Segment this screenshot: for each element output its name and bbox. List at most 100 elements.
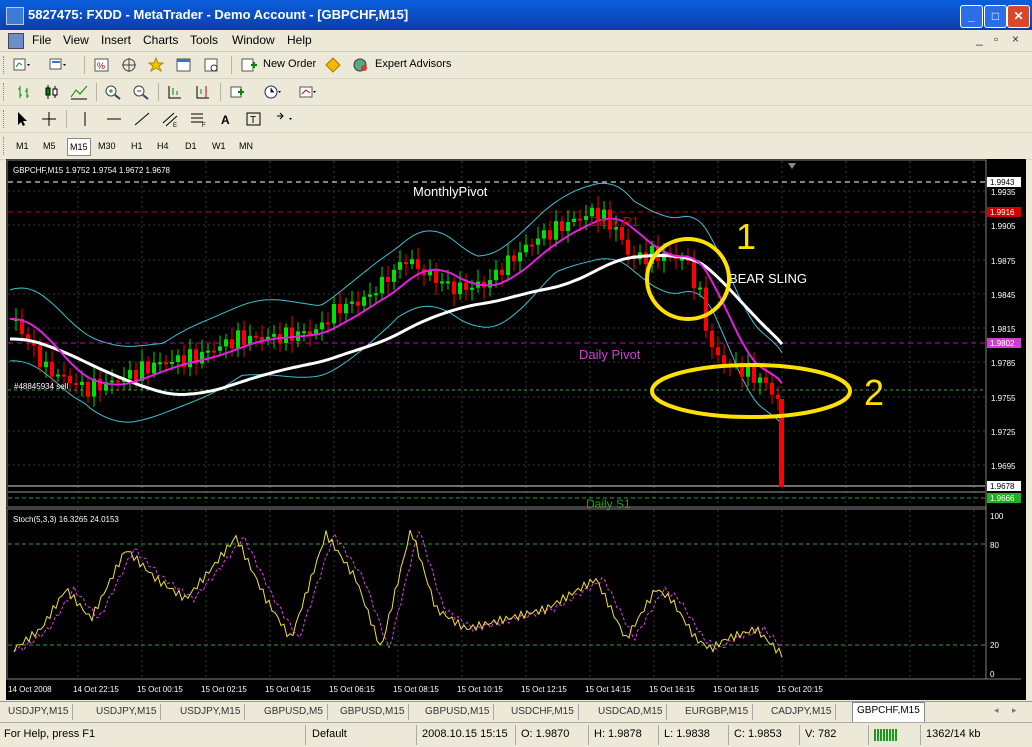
new-chart-icon[interactable]: [12, 56, 32, 74]
terminal-icon[interactable]: [174, 56, 194, 74]
status-traffic: 1362/14 kb: [926, 728, 981, 740]
menu-view[interactable]: View: [63, 33, 89, 47]
text-label-icon[interactable]: T: [244, 110, 264, 128]
tf-d1[interactable]: D1: [183, 138, 199, 154]
svg-text:15 Oct 04:15: 15 Oct 04:15: [265, 685, 311, 694]
candle-body: [86, 381, 90, 397]
indicators-icon[interactable]: [228, 83, 248, 101]
child-close-button[interactable]: ×: [1012, 32, 1019, 46]
new-order-button[interactable]: New Order: [263, 58, 316, 70]
tf-m30[interactable]: M30: [96, 138, 118, 154]
zoom-out-icon[interactable]: [131, 83, 151, 101]
tab-scroll-left-icon[interactable]: ◂: [994, 705, 999, 716]
menu-tools[interactable]: Tools: [190, 33, 218, 47]
tf-m15[interactable]: M15: [67, 138, 91, 156]
line-chart-icon[interactable]: [69, 83, 89, 101]
menu-window[interactable]: Window: [232, 33, 275, 47]
upper-band: [9, 182, 783, 354]
candle-body: [302, 331, 306, 334]
chart-window-icon[interactable]: [8, 33, 24, 49]
current-price-tag: 1.9678: [990, 482, 1015, 491]
price-chart[interactable]: GBPCHF,M15 1.9752 1.9754 1.9672 1.9678 M…: [6, 159, 1026, 700]
time-axis: 14 Oct 2008 14 Oct 22:15 15 Oct 00:15 15…: [8, 685, 823, 694]
menu-insert[interactable]: Insert: [101, 33, 131, 47]
auto-scroll-icon[interactable]: [165, 83, 185, 101]
cursor-icon[interactable]: [12, 110, 32, 128]
horizontal-line-icon[interactable]: [104, 110, 124, 128]
tab-usdcad[interactable]: USDCAD,M15: [594, 704, 668, 720]
text-icon[interactable]: A: [216, 110, 236, 128]
crosshair-icon[interactable]: [39, 110, 59, 128]
candle-body: [692, 259, 696, 289]
tf-h4[interactable]: H4: [155, 138, 171, 154]
maximize-button[interactable]: □: [984, 5, 1007, 28]
equidistant-channel-icon[interactable]: E: [160, 110, 180, 129]
favorites-icon[interactable]: [146, 56, 166, 74]
app-icon[interactable]: [6, 7, 24, 25]
close-button[interactable]: ✕: [1007, 5, 1030, 28]
tab-usdchf[interactable]: USDCHF,M15: [507, 704, 579, 720]
new-order-icon[interactable]: [239, 56, 259, 74]
profiles-icon[interactable]: [48, 56, 68, 74]
child-restore-button[interactable]: ▫: [994, 32, 998, 46]
candle-body: [584, 216, 588, 220]
arrows-icon[interactable]: [274, 110, 294, 128]
menu-file[interactable]: File: [32, 33, 51, 47]
tf-h1[interactable]: H1: [129, 138, 145, 154]
tab-usdjpy-1[interactable]: USDJPY,M15: [4, 704, 74, 720]
tf-m1[interactable]: M1: [14, 138, 31, 154]
expert-advisors-icon[interactable]: [351, 56, 371, 74]
zoom-in-icon[interactable]: [103, 83, 123, 101]
candle-body: [680, 258, 684, 261]
chart-shift-marker: [788, 163, 796, 169]
svg-text:15 Oct 00:15: 15 Oct 00:15: [137, 685, 183, 694]
candle-body: [722, 355, 726, 365]
tab-eurgbp[interactable]: EURGBP,M15: [681, 704, 754, 720]
tab-gbpusd-1[interactable]: GBPUSD,M15: [336, 704, 410, 720]
candle-body: [242, 330, 246, 346]
bar-chart-icon[interactable]: [14, 83, 34, 101]
svg-text:15 Oct 14:15: 15 Oct 14:15: [585, 685, 631, 694]
child-minimize-button[interactable]: _: [976, 32, 983, 46]
menu-charts[interactable]: Charts: [143, 33, 178, 47]
candle-body: [350, 301, 354, 304]
tab-usdjpy-3[interactable]: USDJPY,M15: [176, 704, 246, 720]
tab-cadjpy[interactable]: CADJPY,M15: [767, 704, 837, 720]
candle-body: [410, 259, 414, 265]
menu-help[interactable]: Help: [287, 33, 312, 47]
stoch-axis: 100 80 20 0: [990, 512, 1004, 679]
menu-bar: File View Insert Charts Tools Window Hel…: [0, 30, 1032, 52]
svg-text:14 Oct 22:15: 14 Oct 22:15: [73, 685, 119, 694]
trendline-icon[interactable]: [132, 110, 152, 128]
periods-clock-icon[interactable]: [263, 83, 283, 101]
status-open: O: 1.9870: [521, 728, 570, 740]
minimize-button[interactable]: _: [960, 5, 983, 28]
chart-window[interactable]: GBPCHF,M15 1.9752 1.9754 1.9672 1.9678 M…: [6, 159, 1026, 700]
candle-body: [494, 269, 498, 281]
candle-body: [320, 322, 324, 330]
svg-text:1.9755: 1.9755: [991, 394, 1016, 403]
metaeditor-icon[interactable]: [323, 56, 343, 74]
candle-body: [338, 304, 342, 314]
candlestick-icon[interactable]: [41, 83, 61, 101]
fibonacci-icon[interactable]: F: [188, 110, 208, 129]
tab-gbpusd-m5[interactable]: GBPUSD,M5: [260, 704, 328, 720]
market-watch-icon[interactable]: %: [92, 56, 112, 74]
tf-mn[interactable]: MN: [237, 138, 255, 154]
expert-advisors-button[interactable]: Expert Advisors: [375, 58, 451, 70]
svg-text:1.9785: 1.9785: [991, 359, 1016, 368]
vertical-line-icon[interactable]: [75, 110, 95, 128]
navigator-icon[interactable]: [119, 56, 139, 74]
templates-icon[interactable]: [298, 83, 318, 101]
tf-m5[interactable]: M5: [41, 138, 58, 154]
candle-body: [506, 255, 510, 276]
tab-scroll-right-icon[interactable]: ▸: [1012, 705, 1017, 716]
candle-body: [770, 382, 774, 395]
chart-shift-icon[interactable]: [193, 83, 213, 101]
tab-gbpchf[interactable]: GBPCHF,M15: [852, 702, 925, 722]
tab-usdjpy-2[interactable]: USDJPY,M15: [92, 704, 162, 720]
strategy-tester-icon[interactable]: [202, 56, 222, 74]
candle-body: [458, 282, 462, 295]
tab-gbpusd-2[interactable]: GBPUSD,M15: [421, 704, 495, 720]
tf-w1[interactable]: W1: [210, 138, 228, 154]
